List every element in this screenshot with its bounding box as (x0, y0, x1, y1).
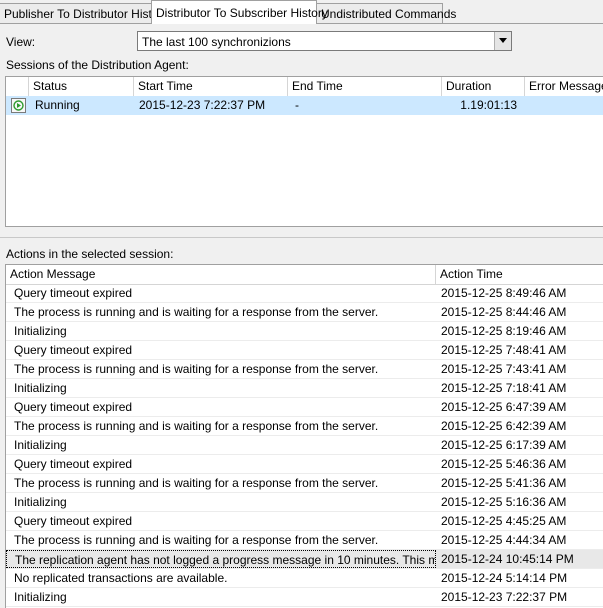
session-status: Running (35, 98, 80, 112)
action-time: 2015-12-25 6:42:39 AM (441, 419, 567, 433)
action-time: 2015-12-24 10:45:14 PM (441, 552, 574, 566)
action-time: 2015-12-25 5:46:36 AM (441, 457, 567, 471)
header-icon-column (6, 77, 29, 96)
action-message: The process is running and is waiting fo… (14, 533, 379, 547)
action-message: Initializing (14, 590, 67, 604)
tab-undistributed-commands[interactable]: Undistributed Commands (316, 3, 456, 23)
view-label: View: (6, 35, 36, 49)
header-action-message[interactable]: Action Message (6, 265, 436, 284)
actions-grid[interactable]: Action Message Action Time Query timeout… (5, 264, 603, 608)
actions-header: Action Message Action Time (6, 265, 603, 285)
action-time: 2015-12-25 6:47:39 AM (441, 400, 567, 414)
tab-distributor-to-subscriber-history[interactable]: Distributor To Subscriber History (151, 0, 328, 24)
action-message: Initializing (14, 438, 67, 452)
header-action-time[interactable]: Action Time (436, 265, 603, 284)
table-row[interactable]: Query timeout expired 2015-12-25 5:46:36 … (6, 455, 603, 474)
action-time: 2015-12-25 6:17:39 AM (441, 438, 567, 452)
session-end-time: - (295, 98, 299, 112)
action-message: The process is running and is waiting fo… (14, 362, 379, 376)
action-time: 2015-12-23 7:22:37 PM (441, 590, 568, 604)
action-time: 2015-12-25 5:41:36 AM (441, 476, 567, 490)
header-error-message[interactable]: Error Message (525, 77, 603, 96)
table-row[interactable]: Initializing 2015-12-25 6:17:39 AM (6, 436, 603, 455)
table-row[interactable]: Query timeout expired 2015-12-25 6:47:39 … (6, 398, 603, 417)
view-select[interactable]: The last 100 synchronizions (137, 31, 512, 51)
table-row[interactable]: Query timeout expired 2015-12-25 8:49:46 … (6, 284, 603, 303)
action-message: Query timeout expired (14, 514, 133, 528)
header-start-time[interactable]: Start Time (134, 77, 288, 96)
table-row[interactable]: The replication agent has not logged a p… (6, 550, 603, 569)
header-duration[interactable]: Duration (442, 77, 525, 96)
header-end-time[interactable]: End Time (288, 77, 442, 96)
sessions-label: Sessions of the Distribution Agent: (6, 58, 189, 72)
table-row[interactable]: The process is running and is waiting fo… (6, 360, 603, 379)
action-message: Initializing (14, 381, 67, 395)
action-time: 2015-12-25 5:16:36 AM (441, 495, 567, 509)
running-icon (11, 98, 26, 113)
session-row[interactable]: Running 2015-12-23 7:22:37 PM - 1.19:01:… (6, 96, 603, 115)
action-message: Query timeout expired (14, 343, 133, 357)
table-row[interactable]: Query timeout expired 2015-12-25 4:45:25 … (6, 512, 603, 531)
view-select-button[interactable] (494, 32, 511, 50)
action-message: Initializing (14, 324, 67, 338)
action-time: 2015-12-24 5:14:14 PM (441, 571, 568, 585)
action-time: 2015-12-25 8:49:46 AM (441, 286, 567, 300)
table-row[interactable]: The process is running and is waiting fo… (6, 417, 603, 436)
tab-strip: Publisher To Distributor History Distrib… (0, 0, 603, 24)
table-row[interactable]: The process is running and is waiting fo… (6, 474, 603, 493)
sessions-header: Status Start Time End Time Duration Erro… (6, 77, 603, 97)
action-message: No replicated transactions are available… (14, 571, 228, 585)
action-time: 2015-12-25 8:19:46 AM (441, 324, 567, 338)
table-row[interactable]: The process is running and is waiting fo… (6, 531, 603, 550)
action-message: The process is running and is waiting fo… (14, 419, 379, 433)
action-time: 2015-12-25 7:43:41 AM (441, 362, 567, 376)
splitter[interactable] (0, 237, 603, 238)
header-status[interactable]: Status (29, 77, 134, 96)
action-message: The process is running and is waiting fo… (14, 305, 379, 319)
action-message: Initializing (14, 495, 67, 509)
table-row[interactable]: Initializing 2015-12-23 7:22:37 PM (6, 588, 603, 607)
actions-label: Actions in the selected session: (6, 247, 174, 261)
session-error-message (525, 96, 603, 115)
session-duration: 1.19:01:13 (460, 98, 517, 112)
table-row[interactable]: Query timeout expired 2015-12-25 7:48:41 … (6, 341, 603, 360)
action-message: Query timeout expired (14, 286, 133, 300)
table-row[interactable]: Initializing 2015-12-25 7:18:41 AM (6, 379, 603, 398)
table-row[interactable]: No replicated transactions are available… (6, 569, 603, 588)
action-time: 2015-12-25 4:44:34 AM (441, 533, 567, 547)
sessions-grid[interactable]: Status Start Time End Time Duration Erro… (5, 76, 603, 227)
action-time: 2015-12-25 4:45:25 AM (441, 514, 567, 528)
tab-publisher-to-distributor-history[interactable]: Publisher To Distributor History (0, 3, 169, 23)
view-select-value: The last 100 synchronizions (142, 35, 291, 49)
action-message: Query timeout expired (14, 400, 133, 414)
table-row[interactable]: The process is running and is waiting fo… (6, 303, 603, 322)
action-time: 2015-12-25 7:48:41 AM (441, 343, 567, 357)
table-row[interactable]: Initializing 2015-12-25 5:16:36 AM (6, 493, 603, 512)
session-start-time: 2015-12-23 7:22:37 PM (139, 98, 266, 112)
table-row[interactable]: Initializing 2015-12-25 8:19:46 AM (6, 322, 603, 341)
action-time: 2015-12-25 8:44:46 AM (441, 305, 567, 319)
action-message: The process is running and is waiting fo… (14, 476, 379, 490)
action-time: 2015-12-25 7:18:41 AM (441, 381, 567, 395)
action-message: The replication agent has not logged a p… (6, 550, 436, 568)
action-message: Query timeout expired (14, 457, 133, 471)
chevron-down-icon (499, 38, 507, 43)
